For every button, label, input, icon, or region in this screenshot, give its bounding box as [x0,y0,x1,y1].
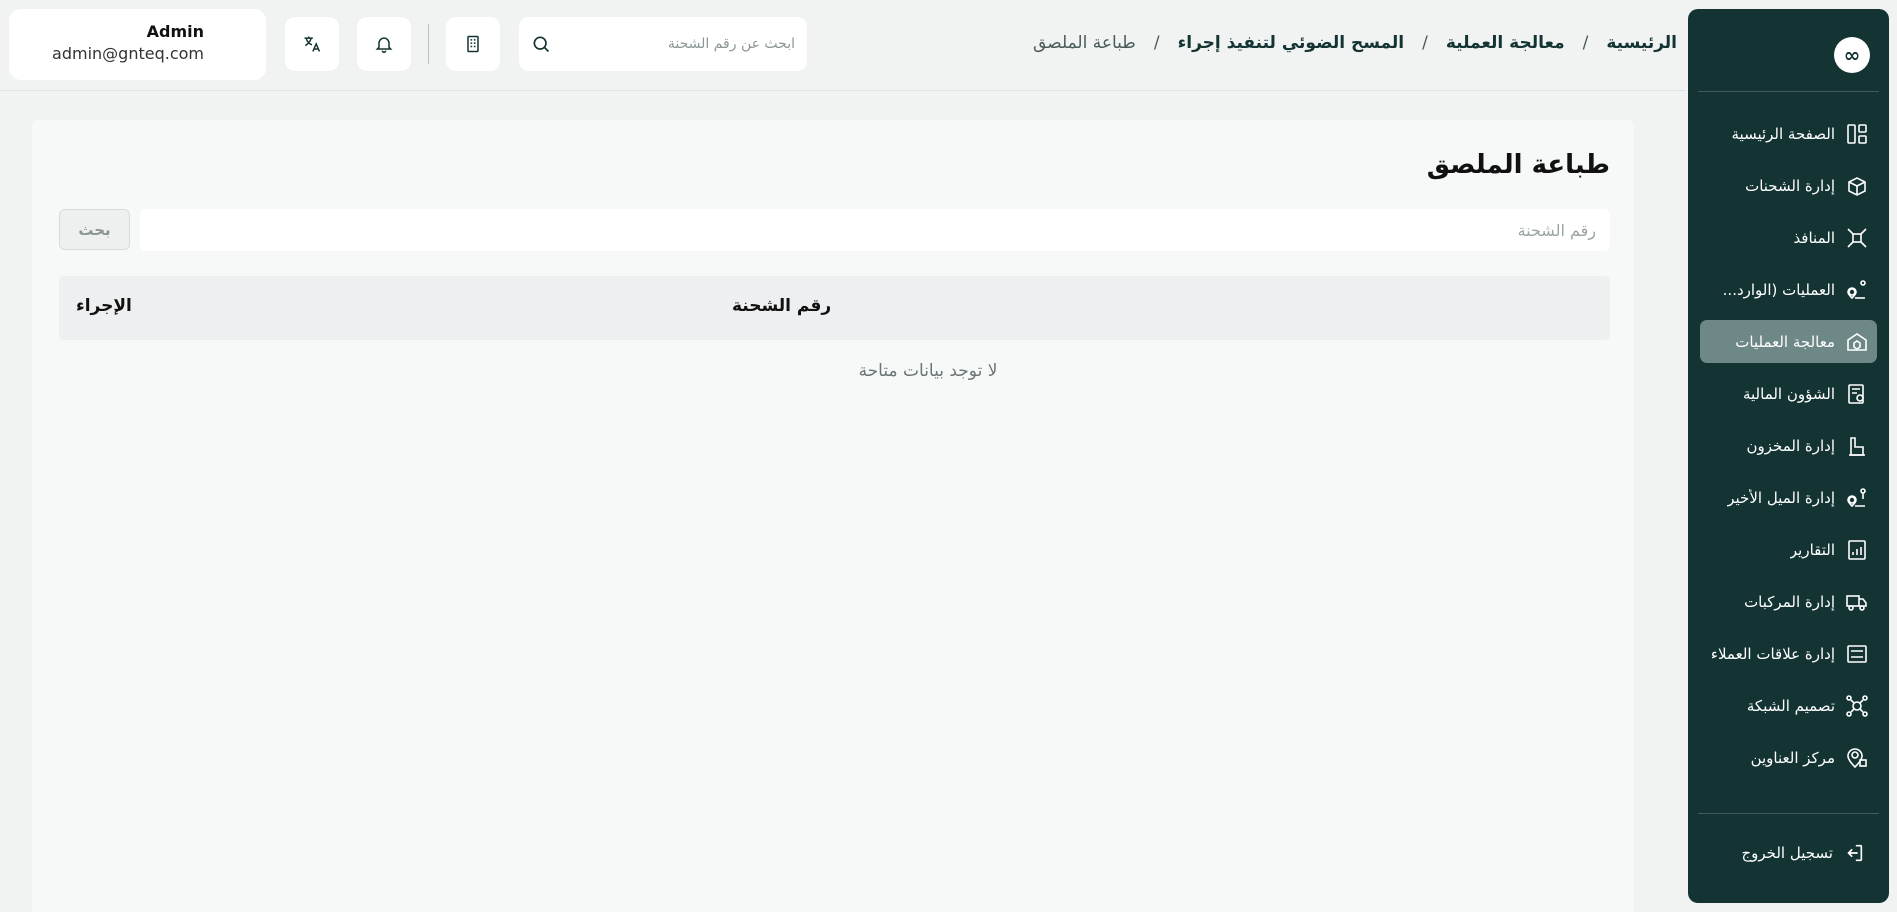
user-name: Admin [146,22,204,41]
notifications-button[interactable] [357,17,411,71]
sidebar-item-address-center[interactable]: مركز العناوين [1700,736,1877,779]
sidebar-item-label: إدارة الميل الأخير [1727,488,1835,507]
sidebar-item-ports[interactable]: المنافذ [1700,216,1877,259]
ports-icon [1843,224,1871,252]
sidebar-item-dashboard[interactable]: الصفحة الرئيسية [1700,112,1877,155]
app-logo[interactable]: ∞ [1834,37,1870,73]
breadcrumb-current: طباعة الملصق [1033,33,1136,53]
column-header-shipment-number: رقم الشحنة [732,296,832,316]
search-button[interactable]: بحث [59,209,130,250]
truck-icon [1843,588,1871,616]
sidebar-item-label: إدارة المخزون [1746,436,1835,455]
breadcrumb-scan-action[interactable]: المسح الضوئي لتنفيذ إجراء [1178,33,1405,53]
translate-icon [304,36,321,52]
table-header: رقم الشحنة الإجراء [59,276,1610,340]
breadcrumb-separator: / [1153,33,1160,53]
sidebar-item-last-mile[interactable]: إدارة الميل الأخير [1700,476,1877,519]
page-title: طباعة الملصق [1426,150,1610,180]
company-button[interactable] [446,17,500,71]
sidebar-item-label: مركز العناوين [1750,748,1835,767]
dashboard-icon [1843,120,1871,148]
global-search [519,17,807,71]
sidebar-nav: الصفحة الرئيسية إدارة الشحنات المنافذ ال… [1688,92,1889,779]
sidebar-item-finance[interactable]: الشؤون المالية [1700,372,1877,415]
address-pin-icon [1843,744,1871,772]
header-divider-line [0,90,1686,91]
sidebar-item-crm[interactable]: إدارة علاقات العملاء [1700,632,1877,675]
sidebar-item-label: التقارير [1789,540,1835,559]
sidebar-item-reports[interactable]: التقارير [1700,528,1877,571]
sidebar-item-label: العمليات (الوارد... [1722,280,1835,299]
empty-state-message: لا توجد بيانات متاحة [858,361,998,381]
building-icon [467,35,479,53]
sidebar: ∞ الصفحة الرئيسية إدارة الشحنات المنافذ … [1688,9,1889,903]
sidebar-item-operations[interactable]: العمليات (الوارد... [1700,268,1877,311]
column-header-action: الإجراء [76,296,132,316]
logout-icon [1847,844,1863,862]
sidebar-item-vehicles[interactable]: إدارة المركبات [1700,580,1877,623]
inventory-icon [1843,432,1871,460]
sidebar-item-label: الصفحة الرئيسية [1731,124,1836,143]
breadcrumb-process-operation[interactable]: معالجة العملية [1446,33,1565,53]
logout-label: تسجيل الخروج [1741,844,1833,862]
sidebar-item-label: إدارة المركبات [1744,592,1835,611]
breadcrumb-separator: / [1422,33,1428,53]
breadcrumb-home[interactable]: الرئيسية [1606,33,1677,53]
sidebar-item-shipments[interactable]: إدارة الشحنات [1700,164,1877,207]
sidebar-item-label: تصميم الشبكة [1746,696,1835,715]
last-mile-icon [1843,484,1871,512]
shipment-number-input[interactable] [140,209,1610,251]
reports-icon [1843,536,1871,564]
route-pin-icon [1843,276,1871,304]
search-icon[interactable] [531,34,551,54]
sidebar-header: ∞ [1688,9,1889,91]
finance-icon [1843,380,1871,408]
language-button[interactable] [285,17,339,71]
sidebar-item-network-design[interactable]: تصميم الشبكة [1700,684,1877,727]
global-search-input[interactable] [561,36,795,52]
sidebar-item-process-operations[interactable]: معالجة العمليات [1700,320,1877,363]
breadcrumb: الرئيسية / معالجة العملية / المسح الضوئي… [1033,33,1677,53]
user-email: admin@gnteq.com [52,44,204,63]
sidebar-item-label: معالجة العمليات [1735,332,1835,351]
sidebar-bottom-divider [1698,813,1879,814]
sidebar-item-label: المنافذ [1793,228,1835,247]
warehouse-box-icon [1843,328,1871,356]
crm-icon [1843,640,1871,668]
user-profile[interactable]: Admin admin@gnteq.com [9,9,266,80]
bell-icon [375,37,393,54]
header-divider [428,24,429,64]
network-icon [1843,692,1871,720]
main-panel: طباعة الملصق بحث رقم الشحنة الإجراء لا ت… [32,120,1634,912]
sidebar-item-label: إدارة علاقات العملاء [1710,644,1835,663]
breadcrumb-separator: / [1582,33,1589,53]
package-icon [1843,172,1871,200]
sidebar-item-label: إدارة الشحنات [1745,176,1835,195]
logout-button[interactable]: تسجيل الخروج [1741,842,1865,864]
sidebar-item-inventory[interactable]: إدارة المخزون [1700,424,1877,467]
sidebar-item-label: الشؤون المالية [1742,384,1835,403]
